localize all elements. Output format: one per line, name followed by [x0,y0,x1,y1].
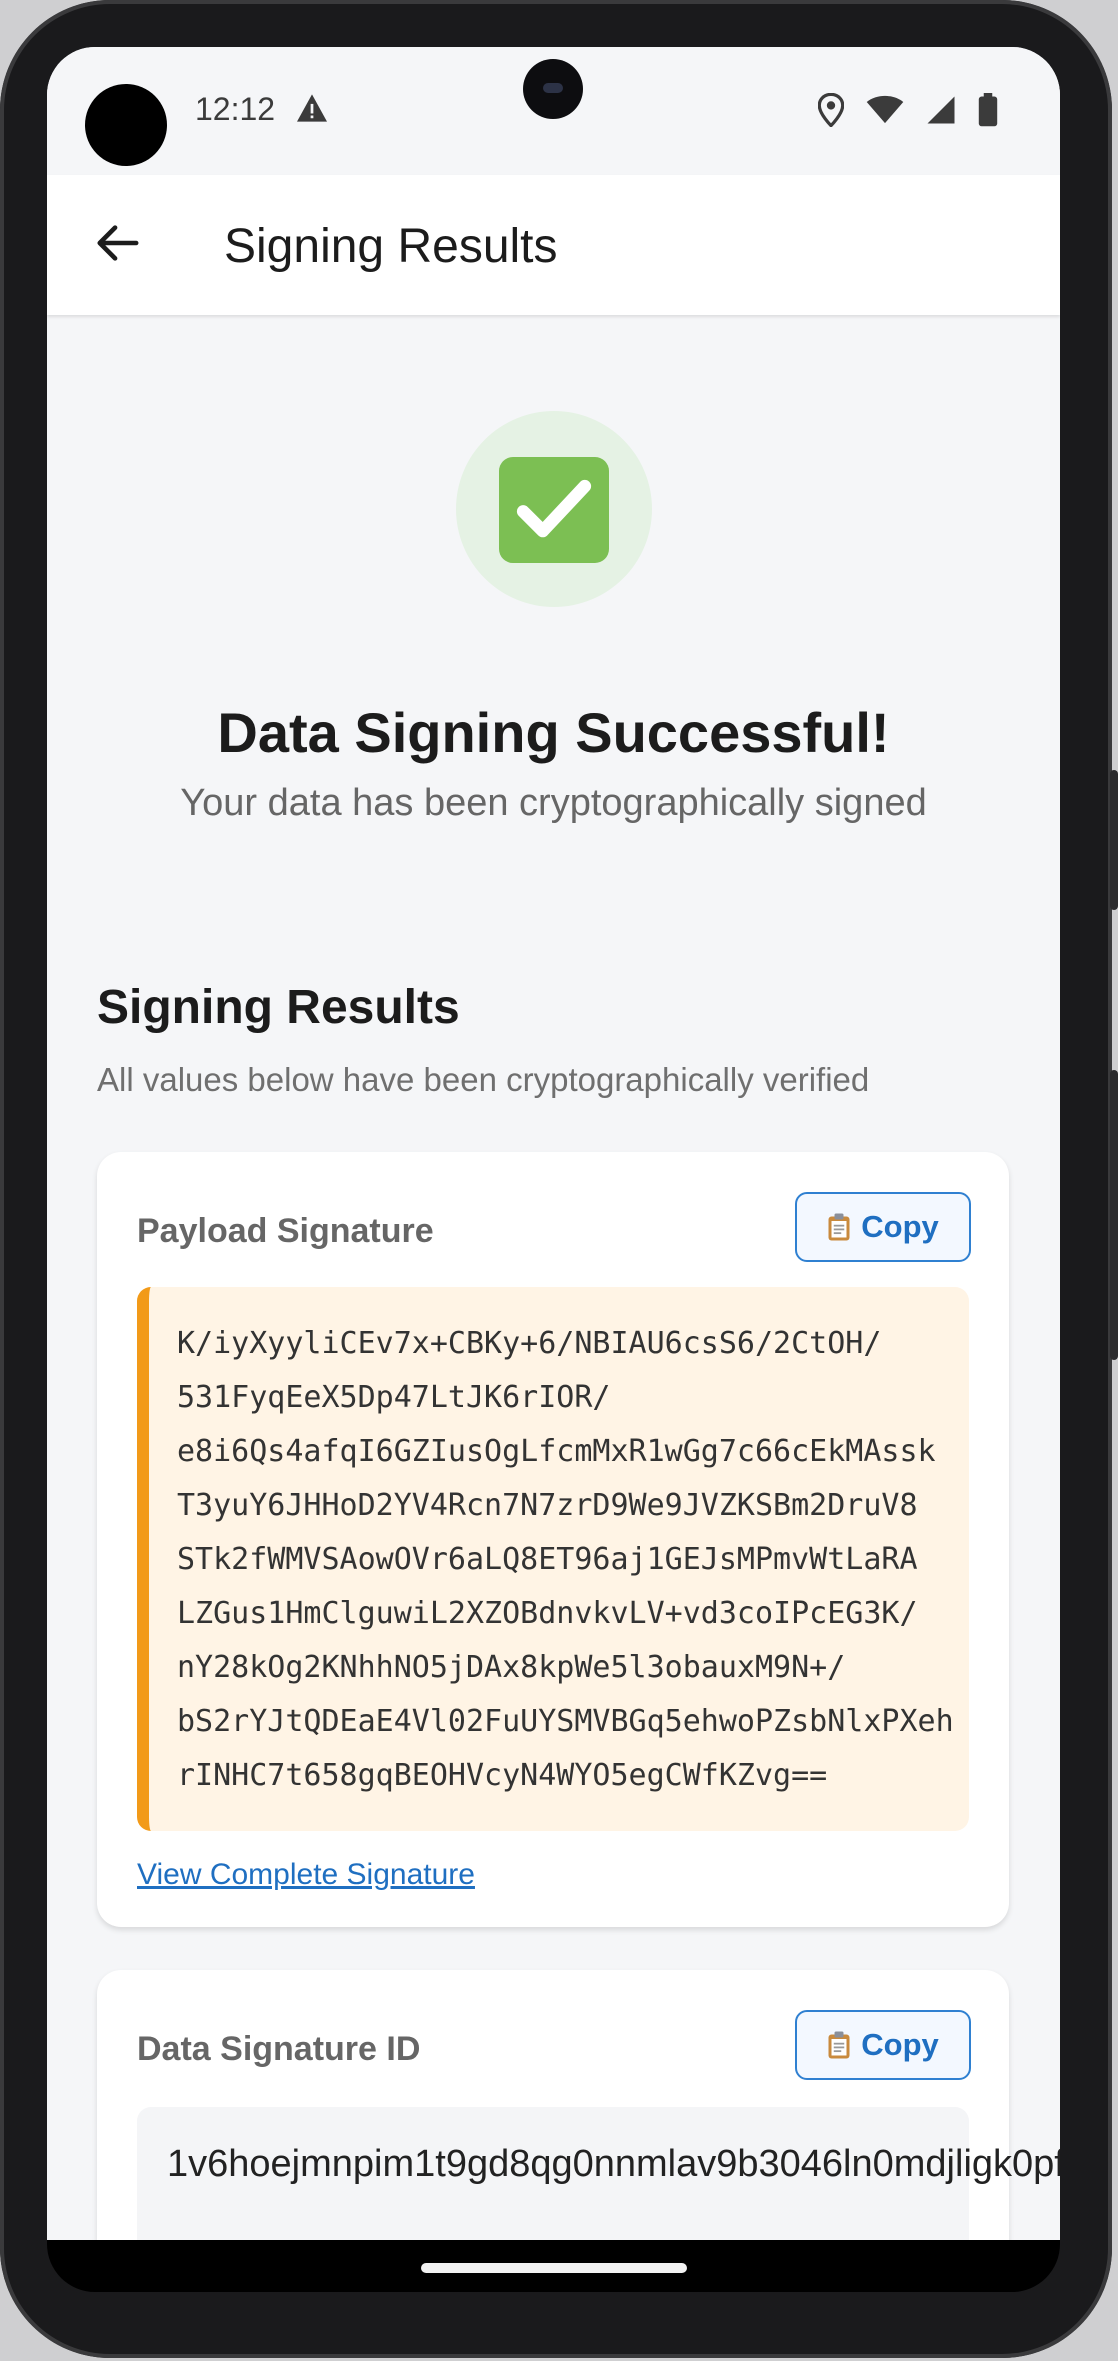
signature-box: K/iyXyyliCEv7x+CBKy+6/NBIAU6csS6/2CtOH/ … [137,1287,969,1831]
payload-signature-label: Payload Signature [137,1212,434,1250]
success-subtitle: Your data has been cryptographically sig… [180,782,927,824]
battery-icon [978,93,998,127]
signature-line: e8i6Qs4afqI6GZIusOgLfcmMxR1wGg7c66cEkMAs… [177,1434,936,1469]
status-bar: 12:12 [47,47,1060,175]
clipboard-icon [827,1212,851,1242]
status-avatar [85,84,167,166]
section-subtitle: All values below have been cryptographic… [97,1061,870,1098]
signature-line: K/iyXyyliCEv7x+CBKy+6/NBIAU6csS6/2CtOH/ [177,1326,882,1361]
home-gesture-handle[interactable] [421,2263,687,2273]
data-signature-id-card: Data Signature ID Copy 1v6hoejmnpim1t9gd… [97,1970,1060,2240]
signature-line: 531FyqEeX5Dp47LtJK6rIOR/ [177,1380,611,1415]
volume-button [1110,1070,1118,1360]
copy-id-label: Copy [861,2027,939,2062]
power-button [1110,770,1118,910]
status-icons [818,93,998,127]
front-camera [523,59,583,119]
view-complete-signature-link[interactable]: View Complete Signature [137,1858,475,1892]
signature-line: STk2fWMVSAowOVr6aLQ8ET96aj1GEJsMPmvWtLaR… [177,1542,918,1577]
back-button[interactable] [87,215,147,275]
clipboard-icon [827,2030,851,2060]
payload-signature-card: Payload Signature Copy K/iyXyyliCEv7x+CB… [97,1152,1009,1927]
signature-line: LZGus1HmClguwiL2XZOBdnvkvLV+vd3coIPcEG3K… [177,1596,918,1631]
signature-line: bS2rYJtQDEaE4Vl02FuUYSMVBGq5ehwoPZsbNlxP… [177,1704,954,1739]
copy-payload-button[interactable]: Copy [795,1192,971,1262]
app-bar: Signing Results [47,175,1060,315]
wifi-icon [866,95,904,125]
page-title: Signing Results [224,220,558,273]
arrow-back-icon [94,223,140,268]
signature-line: rINHC7t658gqBEOHVcyN4WYO5egCWfKZvg== [177,1758,828,1793]
signature-line: nY28kOg2KNhhNO5jDAx8kpWe5l3obauxM9N+/ [177,1650,846,1685]
screen: 12:12 Signing Results Data Signing Succe… [47,47,1060,2240]
copy-payload-label: Copy [861,1209,939,1244]
location-icon [818,93,844,127]
status-time: 12:12 [195,91,276,127]
signal-icon [926,95,956,125]
signature-id-value: 1v6hoejmnpim1t9gd8qg0nnmlav9b3046ln0mdjl… [137,2107,1060,2240]
copy-id-button[interactable]: Copy [795,2010,971,2080]
success-title: Data Signing Successful! [217,701,890,764]
data-signature-id-label: Data Signature ID [137,2030,421,2068]
warning-icon [295,93,329,131]
section-title: Signing Results [97,981,460,1034]
success-badge [456,411,652,607]
signature-line: T3yuY6JHHoD2YV4Rcn7N7zrD9We9JVZKSBm2DruV… [177,1488,918,1523]
check-box-icon [499,457,609,563]
